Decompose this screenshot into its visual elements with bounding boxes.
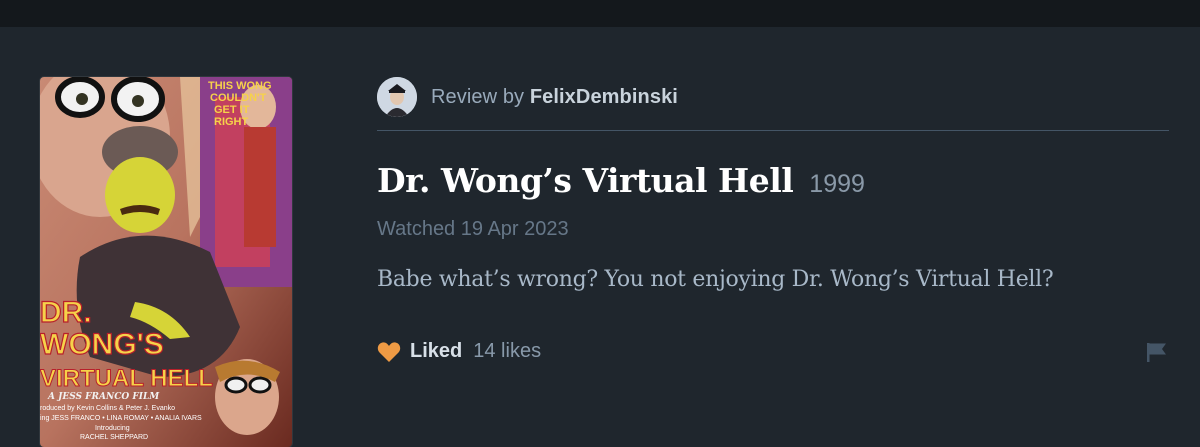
film-poster[interactable]: THIS WONG COULDN'T GET IT RIGHT DR. WONG… xyxy=(40,77,292,447)
reviewer-line: Review by FelixDembinski xyxy=(431,86,678,109)
poster-credit-2: ing JESS FRANCO • LINA ROMAY • ANALIA IV… xyxy=(40,415,202,422)
review-body: Babe what’s wrong? You not enjoying Dr. … xyxy=(377,267,1054,292)
poster-tagline-3: GET IT xyxy=(214,104,250,116)
divider xyxy=(377,130,1169,131)
review-actions: Liked 14 likes xyxy=(377,340,1169,363)
poster-title-line-2: WONG'S xyxy=(40,328,164,361)
film-title-link[interactable]: Dr. Wong’s Virtual Hell xyxy=(377,161,794,200)
reviewer-username-link[interactable]: FelixDembinski xyxy=(530,86,678,108)
top-bar xyxy=(0,0,1200,27)
likes-count-link[interactable]: 14 likes xyxy=(473,340,541,363)
film-year-link[interactable]: 1999 xyxy=(809,170,865,199)
poster-credit-1: roduced by Kevin Collins & Peter J. Evan… xyxy=(40,405,175,412)
poster-title-line-3: VIRTUAL HELL xyxy=(40,365,213,392)
flag-icon[interactable] xyxy=(1145,341,1169,363)
poster-credit-film: A JESS FRANCO FILM xyxy=(47,392,160,402)
reviewer-row: Review by FelixDembinski xyxy=(377,77,1169,117)
review-by-label: Review by xyxy=(431,85,525,108)
poster-credit-4: RACHEL SHEPPARD xyxy=(80,434,148,441)
watched-date: Watched 19 Apr 2023 xyxy=(377,218,569,240)
avatar-icon[interactable] xyxy=(377,77,417,117)
liked-label[interactable]: Liked xyxy=(410,340,462,363)
poster-title-line-1: DR. xyxy=(40,296,92,329)
poster-credit-3: Introducing xyxy=(95,425,130,432)
poster-tagline-4: RIGHT xyxy=(214,116,249,128)
film-heading: Dr. Wong’s Virtual Hell 1999 xyxy=(377,161,1169,200)
review-content: Review by FelixDembinski Dr. Wong’s Virt… xyxy=(377,77,1169,363)
heart-icon[interactable] xyxy=(377,341,401,363)
poster-tagline-1: THIS WONG xyxy=(208,80,272,92)
poster-tagline-2: COULDN'T xyxy=(210,92,267,104)
